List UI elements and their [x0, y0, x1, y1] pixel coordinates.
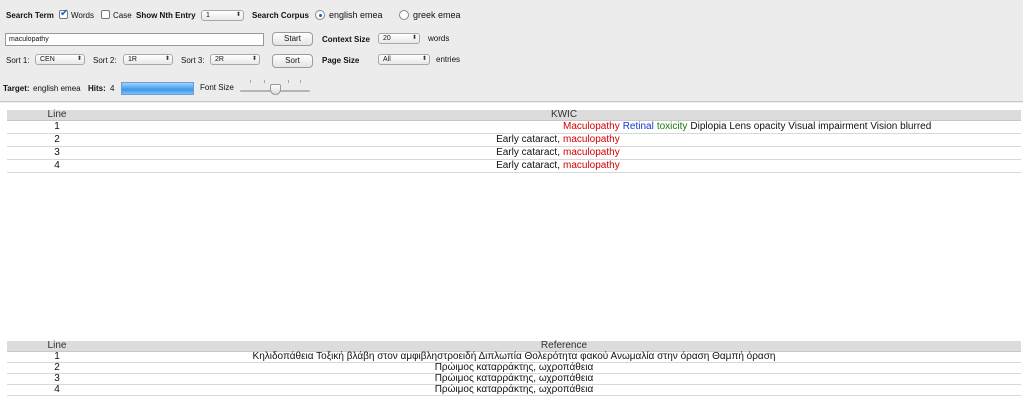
font-size-label: Font Size	[200, 83, 234, 92]
reference-line-number: 4	[7, 384, 107, 396]
search-term-label: Search Term	[6, 11, 54, 20]
show-nth-select[interactable]: 1 ⬍	[201, 10, 244, 21]
hits-progress-bar	[121, 82, 194, 95]
kwic-keyword: maculopathy	[563, 134, 620, 145]
kwic-keyword: maculopathy	[563, 160, 620, 171]
context-size-label: Context Size	[322, 35, 371, 44]
reference-row[interactable]: 1 Κηλιδοπάθεια Τοξική βλάβη στον αμφιβλησ…	[7, 351, 1021, 363]
context-size-value: 20	[383, 35, 391, 42]
chevron-updown-icon: ⬍	[411, 35, 417, 41]
start-button[interactable]: Start	[272, 32, 313, 46]
corpus-radio-greek[interactable]	[399, 10, 409, 20]
reference-line-number: 3	[7, 373, 107, 385]
words-checkbox[interactable]	[59, 8, 68, 19]
kwic-left-context: Early cataract,	[496, 160, 560, 171]
sort2-value: 1R	[128, 56, 137, 63]
show-nth-value: 1	[206, 12, 210, 19]
page-size-label: Page Size	[322, 56, 360, 65]
kwic-context: Early cataract, maculopathy	[107, 159, 1021, 173]
sort3-value: 2R	[215, 56, 224, 63]
reference-text: Πρώιμος καταρράκτης, ωχροπάθεια	[107, 373, 1021, 385]
divider	[0, 101, 1023, 102]
corpus-option-greek: greek emea	[413, 10, 461, 20]
kwic-table: Line KWIC 1 Maculopathy Retinal toxicity Dip…	[7, 110, 1021, 173]
kwic-left-context	[107, 121, 560, 133]
sort3-select[interactable]: 2R ⬍	[210, 54, 260, 65]
sort2-label: Sort 2:	[93, 56, 117, 65]
words-unit-label: words	[428, 34, 450, 43]
kwic-header-kwic: KWIC	[107, 110, 1021, 121]
reference-text: Πρώιμος καταρράκτης, ωχροπάθεια	[107, 362, 1021, 374]
font-size-slider[interactable]	[240, 79, 310, 95]
reference-header-reference: Reference	[107, 341, 1021, 352]
kwic-line-number: 2	[7, 133, 107, 147]
sort-button[interactable]: Sort	[272, 54, 313, 68]
page-size-value: All	[383, 56, 391, 63]
reference-row[interactable]: 3 Πρώιμος καταρράκτης, ωχροπάθεια	[7, 373, 1021, 385]
sort1-select[interactable]: CEN ⬍	[35, 54, 85, 65]
entries-unit-label: entries	[436, 55, 461, 64]
sort1-label: Sort 1:	[6, 56, 30, 65]
corpus-radio-english[interactable]	[315, 10, 325, 20]
chevron-updown-icon: ⬍	[76, 56, 82, 62]
target-label: Target:	[3, 84, 30, 93]
reference-text: Κηλιδοπάθεια Τοξική βλάβη στον αμφιβληστ…	[107, 351, 1021, 363]
target-value: english emea	[33, 84, 81, 93]
kwic-right-context: toxicity	[656, 121, 688, 132]
kwic-row[interactable]: 3 Early cataract, maculopathy	[7, 146, 1021, 160]
kwic-right-context: Diplopia Lens opacity Visual impairment …	[690, 121, 932, 132]
reference-row[interactable]: 4 Πρώιμος καταρράκτης, ωχροπάθεια	[7, 384, 1021, 396]
show-nth-label: Show Nth Entry	[136, 11, 196, 20]
results-panel: Line KWIC 1 Maculopathy Retinal toxicity Dip…	[0, 103, 1023, 400]
reference-header-line: Line	[7, 341, 107, 352]
chevron-updown-icon: ⬍	[235, 12, 241, 18]
slider-thumb[interactable]	[270, 84, 281, 95]
reference-table: Line Reference 1 Κηλιδοπάθεια Τοξική βλάβ…	[7, 341, 1021, 396]
words-label: Words	[71, 11, 94, 20]
hits-value: 4	[110, 84, 115, 93]
kwic-header-line: Line	[7, 110, 107, 121]
kwic-context: Early cataract, maculopathy	[107, 133, 1021, 147]
chevron-updown-icon: ⬍	[421, 56, 427, 62]
kwic-row[interactable]: 2 Early cataract, maculopathy	[7, 133, 1021, 147]
reference-line-number: 1	[7, 351, 107, 363]
kwic-row[interactable]: 1 Maculopathy Retinal toxicity Diplopia Lens…	[7, 120, 1021, 134]
case-label: Case	[113, 11, 132, 20]
kwic-keyword: Maculopathy	[563, 121, 620, 132]
kwic-line-number: 4	[7, 159, 107, 173]
kwic-context: Early cataract, maculopathy	[107, 146, 1021, 160]
chevron-updown-icon: ⬍	[164, 56, 170, 62]
sort3-label: Sort 3:	[181, 56, 205, 65]
reference-text: Πρώιμος καταρράκτης, ωχροπάθεια	[107, 384, 1021, 396]
reference-line-number: 2	[7, 362, 107, 374]
case-checkbox[interactable]	[101, 10, 110, 19]
kwic-line-number: 3	[7, 146, 107, 160]
context-size-select[interactable]: 20 ⬍	[378, 33, 420, 44]
kwic-right-context: Retinal	[622, 121, 654, 132]
search-corpus-label: Search Corpus	[252, 11, 309, 20]
kwic-keyword: maculopathy	[563, 147, 620, 158]
kwic-left-context: Early cataract,	[496, 147, 560, 158]
search-input[interactable]: maculopathy	[5, 33, 264, 46]
kwic-context: Maculopathy Retinal toxicity Diplopia Lens …	[107, 120, 1021, 134]
sort2-select[interactable]: 1R ⬍	[123, 54, 173, 65]
reference-row[interactable]: 2 Πρώιμος καταρράκτης, ωχροπάθεια	[7, 362, 1021, 374]
chevron-updown-icon: ⬍	[251, 56, 257, 62]
page-size-select[interactable]: All ⬍	[378, 54, 430, 65]
sort1-value: CEN	[40, 56, 55, 63]
kwic-row[interactable]: 4 Early cataract, maculopathy	[7, 159, 1021, 173]
kwic-left-context: Early cataract,	[496, 134, 560, 145]
kwic-line-number: 1	[7, 120, 107, 134]
hits-label: Hits:	[88, 84, 106, 93]
corpus-option-english: english emea	[329, 10, 383, 20]
